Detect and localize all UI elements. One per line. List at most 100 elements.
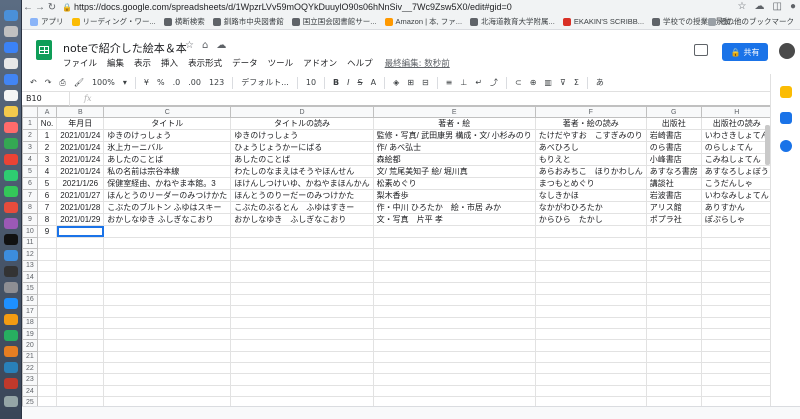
word-icon[interactable] [4, 362, 18, 373]
cell[interactable] [36, 350, 58, 364]
cell[interactable]: あしたのことば [103, 153, 232, 167]
redo-icon[interactable]: ↷ [45, 78, 52, 87]
row-header[interactable]: 16 [22, 293, 38, 307]
cell[interactable] [36, 248, 58, 261]
cell[interactable] [103, 350, 232, 364]
cell[interactable]: 2021/01/24 [56, 141, 105, 155]
cell[interactable] [534, 396, 647, 406]
cell[interactable] [372, 384, 536, 398]
tv-icon[interactable] [4, 234, 18, 245]
cell[interactable] [103, 225, 232, 238]
cell[interactable]: ゆきのけっしょう [230, 129, 374, 143]
cell[interactable]: 岩崎書店 [645, 129, 702, 143]
cell[interactable] [372, 259, 536, 272]
cell[interactable]: 梨木香歩 [372, 189, 536, 203]
column-header[interactable]: C [103, 106, 232, 119]
cell[interactable]: 2021/01/24 [56, 153, 105, 167]
wrap-icon[interactable]: ↵ [475, 78, 482, 87]
name-box[interactable]: B10 [22, 91, 70, 106]
cell[interactable]: 出版社 [645, 117, 702, 131]
cell[interactable] [103, 248, 232, 261]
safari-icon[interactable] [4, 42, 18, 53]
cell[interactable] [700, 293, 770, 307]
row-header[interactable]: 3 [22, 141, 38, 155]
sheets-logo-icon[interactable] [36, 40, 52, 60]
cell[interactable] [36, 259, 58, 272]
cell[interactable] [372, 396, 536, 406]
cell[interactable] [700, 282, 770, 295]
number-format-select[interactable]: 123 [209, 78, 224, 87]
row-header[interactable]: 12 [22, 248, 38, 261]
cell[interactable]: こぶたのぶるとん ふゆはすきー [230, 201, 374, 215]
cell[interactable] [56, 373, 105, 386]
zoom-select[interactable]: 100% [92, 78, 115, 87]
cell[interactable] [645, 327, 702, 341]
keep-icon[interactable] [780, 86, 792, 98]
other-bookmarks[interactable]: その他のブックマーク [708, 16, 794, 27]
menu-edit[interactable]: 編集 [107, 57, 124, 69]
cell[interactable] [36, 373, 58, 386]
cell[interactable]: ほんとうのリーダーのみつけかた [103, 189, 232, 203]
cell[interactable] [372, 225, 536, 238]
cell[interactable]: まつもとめぐり [534, 177, 647, 191]
settings-icon[interactable] [4, 282, 18, 293]
cell[interactable] [372, 362, 536, 375]
cell[interactable]: タイトルの読み [230, 117, 374, 131]
valign-icon[interactable]: ⊥ [460, 78, 467, 87]
cell[interactable]: 作/ あべ弘士 [372, 141, 536, 155]
cell[interactable]: 著者・絵 [372, 117, 536, 131]
cell[interactable]: 氷上カーニバル [103, 141, 232, 155]
cell[interactable] [56, 236, 105, 250]
cell[interactable] [534, 248, 647, 261]
cell[interactable] [700, 384, 770, 398]
comment-icon[interactable] [694, 44, 708, 56]
cell[interactable] [56, 350, 105, 364]
rotate-icon[interactable]: ⤴ [490, 77, 498, 88]
cell[interactable] [103, 327, 232, 341]
cell[interactable]: 松素めぐり [372, 177, 536, 191]
cell[interactable]: あしたのことば [230, 153, 374, 167]
cell[interactable] [56, 384, 105, 398]
row-header[interactable]: 20 [22, 339, 38, 352]
cell[interactable] [645, 339, 702, 352]
avatar[interactable] [779, 43, 795, 59]
facetime-icon[interactable] [4, 186, 18, 197]
cell[interactable] [534, 327, 647, 341]
bookmark-item[interactable]: リーディング・ワー... [71, 16, 156, 27]
row-header[interactable]: 13 [22, 259, 38, 272]
powerpoint-icon[interactable] [4, 378, 18, 389]
cell[interactable]: 5 [36, 177, 58, 191]
cell[interactable] [534, 373, 647, 386]
cell[interactable] [103, 373, 232, 386]
cell[interactable] [645, 282, 702, 295]
column-header[interactable]: B [56, 106, 105, 119]
cell[interactable] [534, 293, 647, 307]
cell[interactable] [230, 327, 374, 341]
column-header[interactable]: H [700, 106, 770, 119]
row-header[interactable]: 21 [22, 350, 38, 364]
cell[interactable]: いわなみしょてん [700, 189, 770, 203]
cell[interactable]: あすなろ書房 [645, 165, 702, 179]
cell[interactable] [56, 362, 105, 375]
merge-icon[interactable]: ⊟ [422, 78, 429, 87]
function-icon[interactable]: Σ [574, 78, 579, 87]
cell[interactable]: 2021/01/27 [56, 189, 105, 203]
tasks-icon[interactable] [780, 140, 792, 152]
cell[interactable]: たけだやすお こすぎみのり [534, 129, 647, 143]
row-header[interactable]: 22 [22, 362, 38, 375]
cell[interactable]: 1 [36, 129, 58, 143]
cell[interactable]: おかしなゆき ふしぎなこおり [230, 213, 374, 227]
menu-format[interactable]: 表示形式 [188, 57, 222, 69]
cell[interactable] [230, 350, 374, 364]
cell[interactable] [645, 305, 702, 318]
cell[interactable] [103, 384, 232, 398]
cell[interactable]: 年月日 [56, 117, 105, 131]
cell[interactable] [645, 384, 702, 398]
cell[interactable]: 小峰書店 [645, 153, 702, 167]
cell[interactable] [103, 282, 232, 295]
row-header[interactable]: 23 [22, 373, 38, 386]
fill-color-icon[interactable]: ◈ [393, 78, 399, 87]
row-header[interactable]: 5 [22, 165, 38, 179]
column-header[interactable]: D [230, 106, 374, 119]
increase-decimal-button[interactable]: .00 [188, 78, 201, 87]
